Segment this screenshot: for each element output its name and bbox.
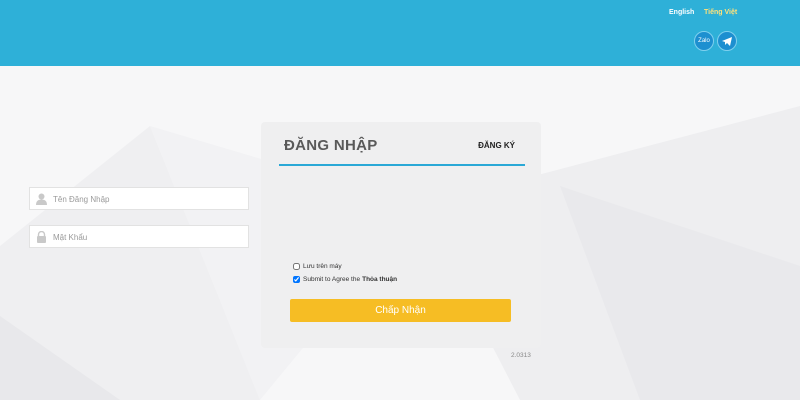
language-vietnamese-link[interactable]: Tiếng Việt	[704, 9, 737, 16]
telegram-plane-glyph	[722, 36, 732, 46]
password-input[interactable]	[51, 226, 245, 249]
username-input[interactable]	[51, 188, 245, 211]
username-field[interactable]	[29, 187, 249, 211]
agree-terms-checkbox[interactable]	[293, 276, 300, 283]
user-icon	[36, 193, 47, 205]
lock-icon	[37, 231, 46, 243]
zalo-icon[interactable]: Zalo	[694, 31, 714, 51]
language-english-link[interactable]: English	[669, 9, 694, 16]
terms-link[interactable]: Thỏa thuận	[362, 276, 397, 283]
accept-button[interactable]: Chấp Nhận	[290, 299, 511, 322]
password-field[interactable]	[29, 225, 249, 249]
zalo-icon-label: Zalo	[698, 38, 710, 44]
remember-me-row[interactable]: Lưu trên máy	[293, 263, 342, 270]
title-underline	[279, 164, 525, 166]
agree-terms-label: Submit to Agree the	[303, 276, 361, 283]
register-tab[interactable]: ĐĂNG KÝ	[478, 141, 515, 150]
version-label: 2.0313	[511, 352, 531, 359]
top-header-bar: English Tiếng Việt Zalo	[0, 0, 800, 66]
telegram-icon[interactable]	[717, 31, 737, 51]
login-title: ĐĂNG NHẬP	[284, 137, 378, 154]
remember-me-checkbox[interactable]	[293, 263, 300, 270]
agree-terms-row[interactable]: Submit to Agree the Thỏa thuận	[293, 276, 397, 283]
remember-me-label: Lưu trên máy	[303, 263, 342, 270]
